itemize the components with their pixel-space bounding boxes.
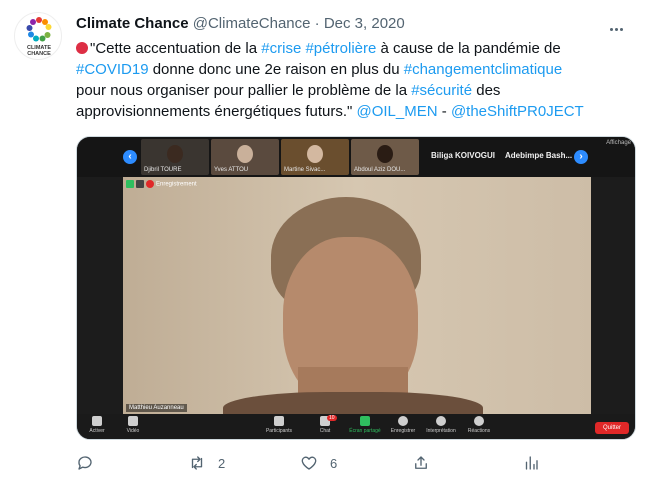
thumbnail-participant: Djibril TOURE xyxy=(141,139,209,175)
share-screen-button[interactable]: Écran partagé xyxy=(345,416,385,434)
author-name[interactable]: Climate Chance xyxy=(76,15,189,32)
retweet-count: 2 xyxy=(218,455,226,471)
share-screen-icon xyxy=(360,416,370,426)
tweet-text-line: approvisionnements énergétiques futurs."… xyxy=(76,101,636,122)
more-options-icon[interactable] xyxy=(610,18,634,31)
thumbnail-participant: Abdoul Aziz DOU... xyxy=(351,139,419,175)
record-icon xyxy=(398,416,408,426)
climate-chance-logo: CLIMATE CHANCE xyxy=(26,17,52,57)
recording-label: Enregistrement xyxy=(156,181,197,188)
like-count: 6 xyxy=(330,455,338,471)
record-button[interactable]: Enregistrer xyxy=(383,416,423,434)
participants-button[interactable]: Participants xyxy=(259,416,299,434)
tweet-text-line: pour nous organiser pour pallier le prob… xyxy=(76,80,636,101)
thumbnail-participant: Yves ATTOU xyxy=(211,139,279,175)
mention-link[interactable]: @OIL_MEN xyxy=(357,103,438,120)
reactions-button[interactable]: Réactions xyxy=(459,416,499,434)
tweet[interactable]: CLIMATE CHANCE Climate Chance @ClimateCh… xyxy=(0,0,651,479)
tweet-date[interactable]: Dec 3, 2020 xyxy=(324,15,405,32)
tweet-text-segment: à cause de la pandémie de xyxy=(376,40,561,57)
prev-page-icon[interactable]: ‹ xyxy=(123,150,137,164)
globe-icon xyxy=(436,416,446,426)
hashtag-link[interactable]: #COVID19 xyxy=(76,61,149,78)
zoom-toolbar: Activer Vidéo Participants 10 Chat Écran … xyxy=(77,414,635,439)
zoom-thumbnail-strip: ‹ Djibril TOURE Yves ATTOU Martine Sivac… xyxy=(77,137,635,177)
hashtag-link[interactable]: #crise xyxy=(261,40,301,57)
hashtag-link[interactable]: #changementclimatique xyxy=(404,61,562,78)
speaker-video: Enregistrement Matthieu Auzanneau xyxy=(123,177,591,414)
reply-button[interactable] xyxy=(76,452,94,474)
tweet-header: Climate Chance @ClimateChance · Dec 3, 2… xyxy=(76,14,405,34)
red-circle-icon xyxy=(76,42,88,54)
next-page-icon[interactable]: › xyxy=(574,150,588,164)
tweet-text-segment: pour nous organiser pour pallier le prob… xyxy=(76,82,412,99)
share-button[interactable] xyxy=(412,452,430,474)
shield-icon xyxy=(126,180,134,188)
tweet-text-segment: - xyxy=(437,103,451,120)
author-handle[interactable]: @ClimateChance xyxy=(193,15,311,32)
chat-badge: 10 xyxy=(327,415,337,421)
tweet-media[interactable]: ‹ Djibril TOURE Yves ATTOU Martine Sivac… xyxy=(76,136,636,440)
hashtag-link[interactable]: #pétrolière xyxy=(305,40,376,57)
retweet-button[interactable]: 2 xyxy=(188,452,225,474)
interpretation-button[interactable]: Interprétation xyxy=(421,416,461,434)
record-dot-icon xyxy=(146,180,154,188)
tweet-text: "Cette accentuation de la #crise #pétrol… xyxy=(76,38,636,122)
avatar[interactable]: CLIMATE CHANCE xyxy=(14,12,62,60)
recording-indicator: Enregistrement xyxy=(126,180,197,190)
speaker-name: Matthieu Auzanneau xyxy=(126,404,187,412)
reply-icon xyxy=(78,456,92,470)
layout-icon xyxy=(136,180,144,188)
microphone-icon xyxy=(92,416,102,426)
emoji-icon xyxy=(474,416,484,426)
analytics-button[interactable] xyxy=(522,452,540,474)
retweet-icon xyxy=(191,456,203,470)
tweet-text-segment: des xyxy=(472,82,501,99)
camera-icon xyxy=(128,416,138,426)
analytics-icon xyxy=(525,456,538,470)
audio-button[interactable]: Activer xyxy=(77,416,117,434)
participant-name: Biliga KOIVOGUI xyxy=(431,151,496,160)
hashtag-link[interactable]: #sécurité xyxy=(411,82,472,99)
heart-icon xyxy=(301,456,317,470)
share-icon xyxy=(415,456,427,469)
tweet-text-segment: donne donc une 2e raison en plus du xyxy=(148,61,404,78)
tweet-text-line: #COVID19 donne donc une 2e raison en plu… xyxy=(76,59,636,80)
tweet-actions: 2 6 xyxy=(76,452,636,474)
participant-name: Adebimpe Bash... xyxy=(505,151,573,160)
mention-link[interactable]: @theShiftPR0JECT xyxy=(451,103,584,120)
tweet-text-segment: "Cette accentuation de la xyxy=(90,40,262,57)
video-button[interactable]: Vidéo xyxy=(113,416,153,434)
thumbnail-participant: Martine Sivac... xyxy=(281,139,349,175)
separator: · xyxy=(314,15,320,32)
tweet-text-segment: approvisionnements énergétiques futurs." xyxy=(76,103,357,120)
like-button[interactable]: 6 xyxy=(300,452,337,474)
quit-button[interactable]: Quitter xyxy=(594,422,629,434)
avatar-text-2: CHANCE xyxy=(27,51,51,57)
participants-icon xyxy=(274,416,284,426)
view-label[interactable]: Affichage xyxy=(606,140,631,146)
tweet-text-line: "Cette accentuation de la #crise #pétrol… xyxy=(76,38,636,59)
chat-button[interactable]: 10 Chat xyxy=(305,415,345,434)
